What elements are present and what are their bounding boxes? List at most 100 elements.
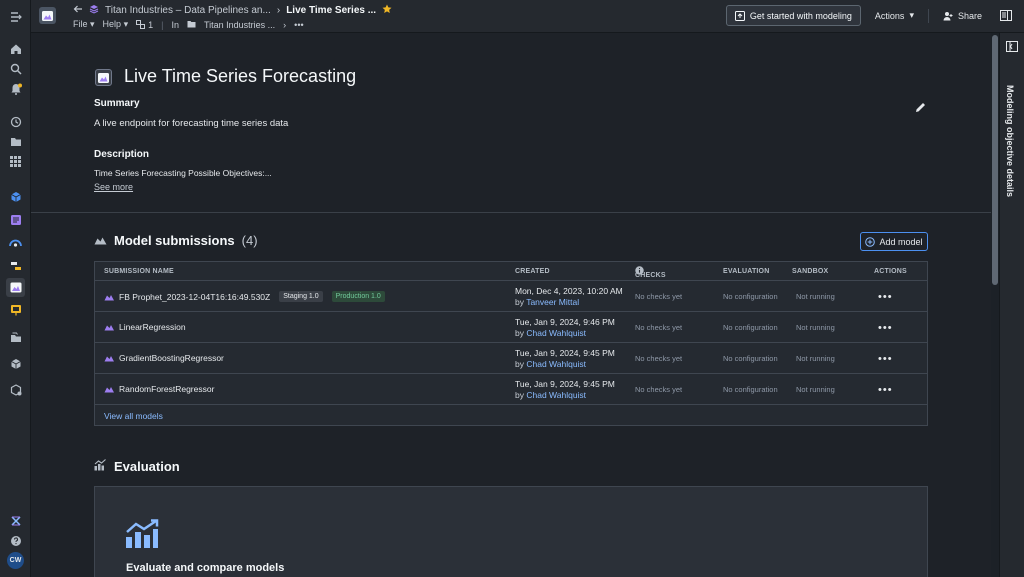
- back-arrow-icon[interactable]: [73, 4, 83, 17]
- description-text: Time Series Forecasting Possible Objecti…: [94, 168, 272, 178]
- actions-label: Actions: [874, 10, 905, 21]
- modeling-app-icon[interactable]: [6, 278, 25, 297]
- location-more-button[interactable]: •••: [294, 20, 303, 30]
- menu-file[interactable]: File ▾: [73, 19, 95, 30]
- scrollbar-thumb[interactable]: [992, 35, 998, 285]
- get-started-icon: [734, 10, 745, 21]
- edit-pencil-icon[interactable]: [913, 100, 927, 114]
- favorite-star-icon[interactable]: [382, 4, 392, 17]
- add-model-label: Add model: [879, 236, 923, 247]
- by-label: by: [515, 390, 524, 400]
- model-name-cell[interactable]: GradientBoostingRegressor: [104, 353, 224, 363]
- details-side-panel: Modeling objective details: [999, 33, 1024, 577]
- table-row[interactable]: GradientBoostingRegressor Tue, Jan 9, 20…: [95, 343, 927, 374]
- created-cell: Tue, Jan 9, 2024, 9:46 PM by Chad Wahlqu…: [515, 317, 615, 339]
- checks-cell: No checks yet: [635, 323, 683, 332]
- share-button[interactable]: Share: [939, 5, 986, 26]
- created-by-user[interactable]: Tanveer Mittal: [526, 297, 579, 307]
- created-by-user[interactable]: Chad Wahlquist: [526, 328, 586, 338]
- pipeline-app-icon[interactable]: [6, 233, 25, 252]
- left-nav: CW: [0, 0, 31, 577]
- by-label: by: [515, 328, 524, 338]
- row-actions-more-icon[interactable]: •••: [878, 291, 893, 303]
- by-label: by: [515, 297, 524, 307]
- created-date: Tue, Jan 9, 2024, 9:46 PM: [515, 317, 615, 327]
- summary-label: Summary: [94, 98, 140, 109]
- row-actions-more-icon[interactable]: •••: [878, 353, 893, 365]
- files-icon[interactable]: [6, 328, 25, 347]
- apps-grid-icon[interactable]: [6, 152, 25, 171]
- row-actions-more-icon[interactable]: •••: [878, 384, 893, 396]
- modeling-objective-logo-icon[interactable]: [39, 7, 56, 24]
- marketplace-icon[interactable]: [6, 380, 25, 399]
- model-icon: [104, 294, 114, 300]
- created-date: Mon, Dec 4, 2023, 10:20 AM: [515, 286, 623, 296]
- production-tag: Production 1.0: [331, 291, 385, 302]
- table-row[interactable]: LinearRegression Tue, Jan 9, 2024, 9:46 …: [95, 312, 927, 343]
- created-date: Tue, Jan 9, 2024, 9:45 PM: [515, 379, 615, 389]
- created-by-user[interactable]: Chad Wahlquist: [526, 359, 586, 369]
- get-started-button[interactable]: Get started with modeling: [725, 5, 861, 26]
- model-name: RandomForestRegressor: [119, 384, 215, 394]
- home-icon[interactable]: [6, 39, 25, 58]
- top-bar: Titan Industries – Data Pipelines an... …: [31, 0, 1024, 33]
- model-name-cell[interactable]: FB Prophet_2023-12-04T16:16:49.530Z Stag…: [104, 291, 385, 302]
- created-cell: Tue, Jan 9, 2024, 9:45 PM by Chad Wahlqu…: [515, 379, 615, 401]
- model-name-cell[interactable]: RandomForestRegressor: [104, 384, 214, 394]
- panel-expand-icon[interactable]: [1006, 41, 1018, 55]
- folder-icon[interactable]: [6, 132, 25, 151]
- checks-cell: No checks yet: [635, 292, 683, 301]
- row-actions-more-icon[interactable]: •••: [878, 322, 893, 334]
- user-avatar[interactable]: CW: [7, 552, 24, 569]
- share-label: Share: [957, 10, 982, 21]
- notifications-icon[interactable]: [6, 79, 25, 98]
- model-name-cell[interactable]: LinearRegression: [104, 322, 186, 332]
- dashboard-app-icon[interactable]: [6, 210, 25, 229]
- model-name: GradientBoostingRegressor: [119, 353, 224, 363]
- menu-help[interactable]: Help ▾: [103, 19, 129, 30]
- evaluation-cell: No configuration: [723, 323, 778, 332]
- chevron-right-icon: ›: [276, 5, 281, 16]
- history-icon[interactable]: [6, 112, 25, 131]
- search-icon[interactable]: [6, 59, 25, 78]
- col-submission-name[interactable]: Submission name: [104, 268, 174, 275]
- created-cell: Mon, Dec 4, 2023, 10:20 AM by Tanveer Mi…: [515, 286, 623, 308]
- objective-icon: [95, 69, 112, 86]
- menu-file-label: File: [73, 19, 88, 29]
- table-row[interactable]: FB Prophet_2023-12-04T16:16:49.530Z Stag…: [95, 281, 927, 312]
- table-row[interactable]: RandomForestRegressor Tue, Jan 9, 2024, …: [95, 374, 927, 405]
- breadcrumb-parent[interactable]: Titan Industries – Data Pipelines an...: [105, 5, 271, 16]
- view-all-models-link[interactable]: View all models: [104, 411, 163, 421]
- sandbox-cell: Not running: [796, 354, 835, 363]
- col-checks[interactable]: Checks: [635, 266, 666, 279]
- add-model-button[interactable]: Add model: [860, 232, 928, 251]
- toggle-panel-icon[interactable]: [996, 5, 1016, 26]
- location-folder-icon: [187, 20, 196, 30]
- created-by-user[interactable]: Chad Wahlquist: [526, 390, 586, 400]
- help-icon[interactable]: [6, 531, 25, 550]
- actions-menu-button[interactable]: Actions ▾: [871, 5, 918, 26]
- evaluation-card: Evaluate and compare models: [94, 486, 928, 577]
- col-created[interactable]: Created: [515, 268, 550, 275]
- expand-menu-icon[interactable]: [6, 7, 25, 26]
- see-more-link[interactable]: See more: [94, 182, 133, 192]
- col-sandbox[interactable]: Sandbox: [792, 268, 828, 275]
- cube-app-icon[interactable]: [6, 187, 25, 206]
- evaluation-cell: No configuration: [723, 385, 778, 394]
- created-cell: Tue, Jan 9, 2024, 9:45 PM by Chad Wahlqu…: [515, 348, 615, 370]
- files-count[interactable]: 1: [136, 20, 153, 30]
- created-date: Tue, Jan 9, 2024, 9:45 PM: [515, 348, 615, 358]
- packages-icon[interactable]: [6, 354, 25, 373]
- workflow-app-icon[interactable]: [6, 256, 25, 275]
- presentation-app-icon[interactable]: [6, 300, 25, 319]
- user-share-icon: [943, 11, 953, 20]
- files-count-value: 1: [148, 19, 154, 30]
- evaluation-heading: Evaluation: [94, 459, 180, 474]
- palantir-logo-icon[interactable]: [6, 511, 25, 530]
- add-circle-icon: [865, 236, 876, 247]
- location-link[interactable]: Titan Industries ...: [204, 20, 275, 30]
- staging-tag: Staging 1.0: [279, 291, 323, 302]
- col-evaluation[interactable]: Evaluation: [723, 268, 769, 275]
- checks-cell: No checks yet: [635, 354, 683, 363]
- modeling-objective-details-tab[interactable]: Modeling objective details: [1005, 85, 1015, 197]
